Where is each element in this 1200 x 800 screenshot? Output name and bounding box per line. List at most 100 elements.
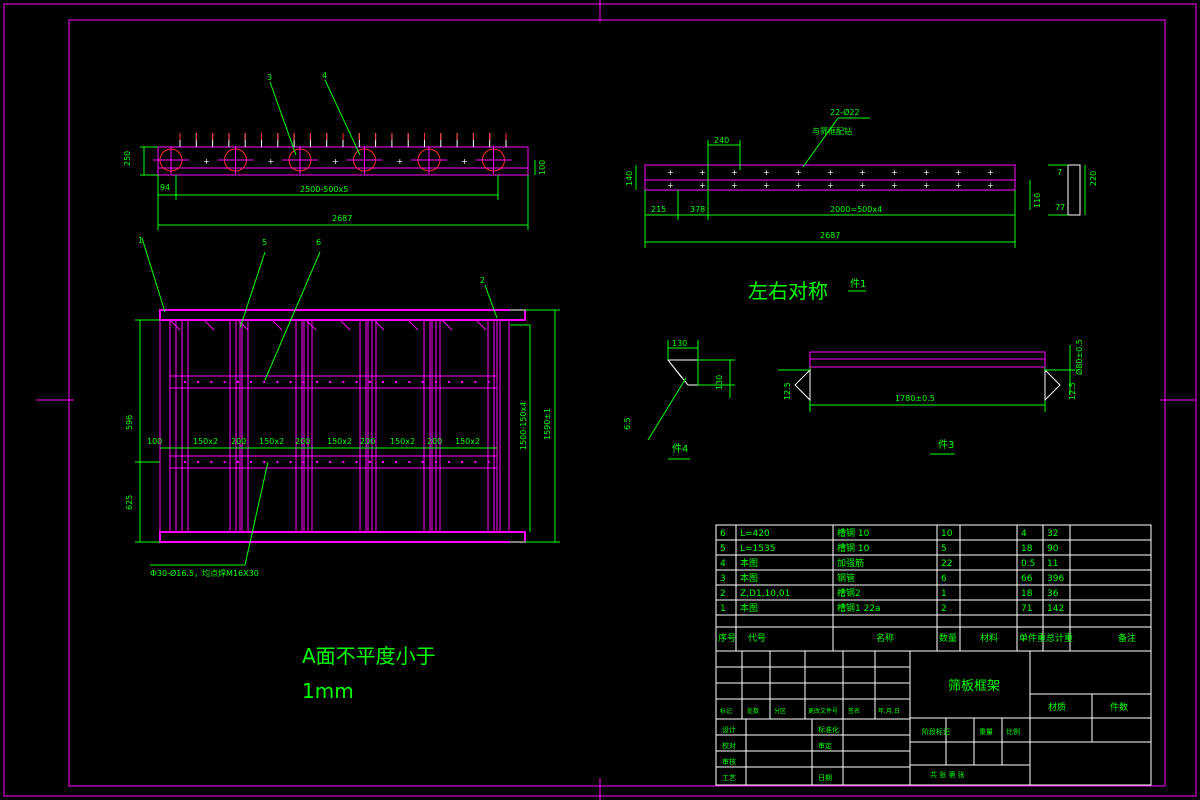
hole-mark: + xyxy=(859,168,866,177)
frame-rib xyxy=(239,319,249,533)
frame-bolt xyxy=(355,380,358,384)
sheet-label: 共 张 第 张 xyxy=(930,770,965,779)
part4-dim-thick: 6.5 xyxy=(623,417,632,430)
bom-cell: 槽钢 10 xyxy=(837,542,870,554)
frame-bolt xyxy=(434,380,437,384)
side-hole-marks: + + + + + + + + + + + + + + + + + + + + + + xyxy=(667,168,994,190)
frame-right-dim1: 1500-150x4 xyxy=(519,402,528,450)
part1-label: 件1 xyxy=(850,278,866,290)
frame-plan-view: 1 5 6 2 100 150x2 200 150x2 200 150x2 20… xyxy=(125,236,560,578)
bom-cell: 槽钢2 xyxy=(837,587,861,599)
bom-cell: 2 xyxy=(720,589,726,599)
stage-mark-label: 阶段标记 xyxy=(922,727,950,736)
flatness-note-line2: 1mm xyxy=(302,679,354,703)
material-header: 材质 xyxy=(1048,701,1066,713)
channel-section xyxy=(1067,164,1081,216)
balloon-2: 2 xyxy=(480,276,485,285)
weight-label: 重量 xyxy=(979,728,993,736)
hole-mark: + xyxy=(891,168,898,177)
part4-dim-width: 130 xyxy=(672,339,687,348)
frame-bolt xyxy=(197,380,200,384)
revision-label: 更改文件号 xyxy=(808,707,838,715)
section-dim-77: 77 xyxy=(1055,203,1065,212)
frame-bolt xyxy=(289,380,292,384)
frame-side-channel xyxy=(496,319,510,533)
frame-bolt xyxy=(249,380,253,384)
frame-bolt xyxy=(210,380,213,384)
bom-cell: 36 xyxy=(1047,589,1059,599)
frame-bolt xyxy=(395,380,398,384)
hole-mark: + xyxy=(795,168,802,177)
bill-of-materials: 6 L=420 槽钢 10 10 4 325 L=1535 槽钢 10 5 18 904 本图 加强筋 2… xyxy=(715,524,1152,652)
side-weld-note: 与筛框配钻 xyxy=(812,126,852,136)
side-span-dim: 2000=500x4 xyxy=(830,205,882,214)
frame-bolt xyxy=(381,460,385,464)
hole-mark: + xyxy=(763,168,770,177)
hole-mark: + xyxy=(955,168,962,177)
top-span-dim: 2500-500x5 xyxy=(300,185,348,194)
frame-bolt xyxy=(183,460,187,464)
flatness-note-line1: A面不平度小于 xyxy=(302,644,436,668)
frame-bolt xyxy=(197,460,200,464)
drawing-name: 筛板框架 xyxy=(948,679,1000,694)
frame-bolt xyxy=(461,380,464,384)
bom-cell: 1 xyxy=(941,589,947,599)
bom-cell: 90 xyxy=(1047,544,1059,554)
bom-cell: 71 xyxy=(1021,604,1032,614)
bolt-mark: + xyxy=(397,157,404,166)
frame-hole-note: Ф30-Ø16.5，均点焊M16X30 xyxy=(150,568,259,578)
design-label: 设计 xyxy=(722,725,736,734)
side-section-view: ++++++++++++++++++++++ 240 22-Ø22 与筛框配钻 … xyxy=(625,107,1098,248)
bom-header-cell: 代号 xyxy=(748,633,766,644)
frame-bolt xyxy=(487,380,490,384)
frame-bolt xyxy=(342,460,345,464)
bom-cell: 6 xyxy=(720,529,726,539)
bom-cell: 6 xyxy=(941,574,947,584)
hole-mark: + xyxy=(699,168,706,177)
revision-label: 分区 xyxy=(774,707,786,715)
frame-bolt xyxy=(315,380,319,384)
hole-mark: + xyxy=(699,181,706,190)
frame-dim-200a: 200 xyxy=(231,437,246,446)
hole-mark: + xyxy=(827,168,834,177)
bom-cell: 本图 xyxy=(740,572,758,584)
ratio-label: 比例 xyxy=(1006,727,1020,736)
bom-cell: 32 xyxy=(1047,529,1058,539)
frame-bolt xyxy=(223,380,226,384)
side-dim-240: 240 xyxy=(714,136,729,145)
frame-bolt xyxy=(276,460,279,464)
frame-bolt xyxy=(421,460,424,464)
frame-bolt xyxy=(263,380,266,384)
bom-cell: 3 xyxy=(720,574,726,584)
audit-label: 审核 xyxy=(722,757,736,766)
bolt-mark: + xyxy=(268,157,275,166)
frame-dim-100: 100 xyxy=(147,437,162,446)
bom-cell: L=420 xyxy=(740,529,770,539)
bom-cell: 槽钢 10 xyxy=(837,527,870,539)
frame-left-dim1: 596 xyxy=(125,415,134,430)
hole-mark: + xyxy=(859,181,866,190)
frame-bolt xyxy=(368,460,371,464)
frame-bottom-beam xyxy=(159,531,526,543)
part4-dim-height: 130 xyxy=(715,375,724,390)
frame-dim-150a: 150x2 xyxy=(193,437,218,446)
frame-gusset xyxy=(339,319,351,331)
review-label: 审定 xyxy=(818,741,832,750)
frame-bolt xyxy=(355,460,358,464)
frame-gusset xyxy=(271,319,283,331)
part3-chamfer-right: 12.5 xyxy=(1068,382,1077,400)
bom-cell: 槽钢1 22a xyxy=(837,602,881,614)
side-hole-callout: 22-Ø22 xyxy=(830,107,860,117)
frame-bolt xyxy=(210,460,213,464)
frame-top-beam xyxy=(159,309,526,321)
bom-cell: 396 xyxy=(1047,574,1064,584)
bom-cell: 钢管 xyxy=(837,572,855,584)
frame-bolt xyxy=(223,460,226,464)
balloon-1: 1 xyxy=(138,236,143,245)
frame-dim-150b: 150x2 xyxy=(259,437,284,446)
hole-mark: + xyxy=(763,181,770,190)
symmetry-note: 左右对称 xyxy=(748,279,828,303)
section-dim-220: 220 xyxy=(1089,171,1098,186)
balloon-5: 5 xyxy=(262,238,267,247)
bom-cell: 4 xyxy=(720,559,726,569)
